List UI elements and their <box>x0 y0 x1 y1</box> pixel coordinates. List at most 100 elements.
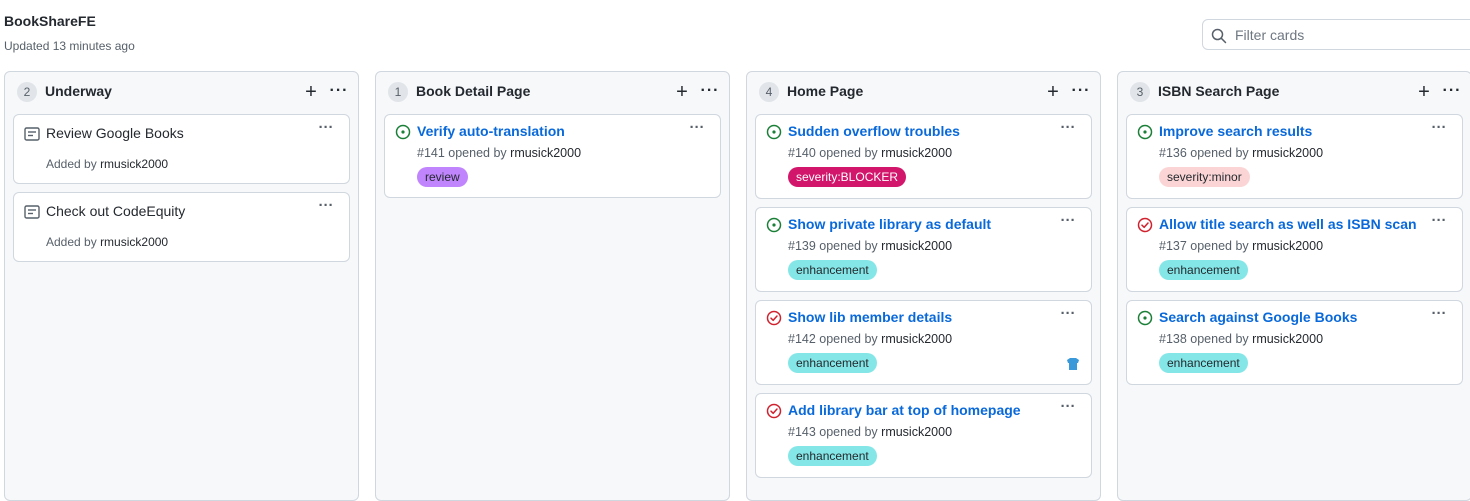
author-link[interactable]: rmusick2000 <box>1252 239 1323 253</box>
author-link[interactable]: rmusick2000 <box>881 425 952 439</box>
note-icon <box>24 205 40 219</box>
label-enhancement[interactable]: enhancement <box>788 260 877 280</box>
issue-closed-icon <box>1137 217 1153 233</box>
added-by-label: Added by <box>46 157 97 171</box>
label-review[interactable]: review <box>417 167 468 187</box>
issue-card[interactable]: Improve search results ··· #136 opened b… <box>1126 114 1463 199</box>
column-header: 4 Home Page + ··· <box>747 72 1100 112</box>
column-title: ISBN Search Page <box>1158 83 1280 99</box>
card-menu-button[interactable]: ··· <box>1057 306 1079 325</box>
author-link[interactable]: rmusick2000 <box>881 332 952 346</box>
column-menu-button[interactable]: ··· <box>699 82 721 102</box>
column-home-page: 4 Home Page + ··· Sudden overflow troubl… <box>746 71 1101 501</box>
note-text: Review Google Books <box>46 125 184 141</box>
column-menu-button[interactable]: ··· <box>328 82 350 102</box>
label-severity-minor[interactable]: severity:minor <box>1159 167 1250 187</box>
issue-number: #138 opened by <box>1159 332 1249 346</box>
note-icon <box>24 127 40 141</box>
label-severity-blocker[interactable]: severity:BLOCKER <box>788 167 907 187</box>
column-book-detail-page: 1 Book Detail Page + ··· Verify auto-tra… <box>375 71 730 501</box>
issue-meta: #137 opened by rmusick2000 <box>1159 239 1323 253</box>
author-link[interactable]: rmusick2000 <box>100 235 168 249</box>
author-link[interactable]: rmusick2000 <box>1252 146 1323 160</box>
note-card[interactable]: Check out CodeEquity ··· Added by rmusic… <box>13 192 350 262</box>
column-header: 1 Book Detail Page + ··· <box>376 72 729 112</box>
column-card-count: 1 <box>388 82 408 102</box>
issue-card[interactable]: Allow title search as well as ISBN scan … <box>1126 207 1463 292</box>
author-link[interactable]: rmusick2000 <box>881 239 952 253</box>
issue-meta: #140 opened by rmusick2000 <box>788 146 952 160</box>
issue-card[interactable]: Sudden overflow troubles ··· #140 opened… <box>755 114 1092 199</box>
author-link[interactable]: rmusick2000 <box>881 146 952 160</box>
add-card-button[interactable]: + <box>1415 82 1433 102</box>
issue-title-link[interactable]: Add library bar at top of homepage <box>788 402 1021 418</box>
issue-number: #142 opened by <box>788 332 878 346</box>
issue-title-link[interactable]: Show lib member details <box>788 309 952 325</box>
author-link[interactable]: rmusick2000 <box>510 146 581 160</box>
avatar[interactable] <box>1063 354 1083 374</box>
card-menu-button[interactable]: ··· <box>1428 120 1450 139</box>
issue-meta: #136 opened by rmusick2000 <box>1159 146 1323 160</box>
issue-closed-icon <box>766 403 782 419</box>
issue-card[interactable]: Show private library as default ··· #139… <box>755 207 1092 292</box>
issue-meta: #143 opened by rmusick2000 <box>788 425 952 439</box>
card-menu-button[interactable]: ··· <box>686 120 708 139</box>
column-header: 3 ISBN Search Page + ··· <box>1118 72 1470 112</box>
added-by-label: Added by <box>46 235 97 249</box>
issue-meta: #138 opened by rmusick2000 <box>1159 332 1323 346</box>
column-header: 2 Underway + ··· <box>5 72 358 112</box>
issue-number: #137 opened by <box>1159 239 1249 253</box>
issue-title-link[interactable]: Search against Google Books <box>1159 309 1357 325</box>
issue-title-link[interactable]: Show private library as default <box>788 216 991 232</box>
card-menu-button[interactable]: ··· <box>1057 120 1079 139</box>
card-menu-button[interactable]: ··· <box>1428 306 1450 325</box>
card-menu-button[interactable]: ··· <box>315 198 337 217</box>
project-header: BookShareFE Updated 13 minutes ago <box>0 0 1470 66</box>
issue-title-link[interactable]: Verify auto-translation <box>417 123 565 139</box>
note-card[interactable]: Review Google Books ··· Added by rmusick… <box>13 114 350 184</box>
issue-title-link[interactable]: Sudden overflow troubles <box>788 123 960 139</box>
issue-opened-icon <box>1137 310 1153 326</box>
card-menu-button[interactable]: ··· <box>1428 213 1450 232</box>
issue-title-link[interactable]: Allow title search as well as ISBN scan <box>1159 216 1417 232</box>
note-meta: Added by rmusick2000 <box>46 235 168 249</box>
column-menu-button[interactable]: ··· <box>1070 82 1092 102</box>
issue-number: #136 opened by <box>1159 146 1249 160</box>
label-enhancement[interactable]: enhancement <box>1159 353 1248 373</box>
issue-meta: #139 opened by rmusick2000 <box>788 239 952 253</box>
issue-number: #141 opened by <box>417 146 507 160</box>
author-link[interactable]: rmusick2000 <box>1252 332 1323 346</box>
issue-number: #140 opened by <box>788 146 878 160</box>
card-menu-button[interactable]: ··· <box>1057 213 1079 232</box>
project-title: BookShareFE <box>4 13 96 29</box>
label-enhancement[interactable]: enhancement <box>1159 260 1248 280</box>
note-text: Check out CodeEquity <box>46 203 186 219</box>
filter-cards-box[interactable] <box>1202 19 1470 50</box>
filter-cards-input[interactable] <box>1235 24 1470 46</box>
column-title: Book Detail Page <box>416 83 531 99</box>
issue-card[interactable]: Show lib member details ··· #142 opened … <box>755 300 1092 385</box>
column-menu-button[interactable]: ··· <box>1441 82 1463 102</box>
issue-opened-icon <box>1137 124 1153 140</box>
issue-card[interactable]: Add library bar at top of homepage ··· #… <box>755 393 1092 478</box>
column-card-count: 3 <box>1130 82 1150 102</box>
add-card-button[interactable]: + <box>1044 82 1062 102</box>
column-isbn-search-page: 3 ISBN Search Page + ··· Improve search … <box>1117 71 1470 501</box>
issue-card[interactable]: Verify auto-translation ··· #141 opened … <box>384 114 721 198</box>
author-link[interactable]: rmusick2000 <box>100 157 168 171</box>
add-card-button[interactable]: + <box>673 82 691 102</box>
issue-opened-icon <box>395 124 411 140</box>
issue-opened-icon <box>766 124 782 140</box>
issue-title-link[interactable]: Improve search results <box>1159 123 1312 139</box>
issue-closed-icon <box>766 310 782 326</box>
label-enhancement[interactable]: enhancement <box>788 353 877 373</box>
issue-card[interactable]: Search against Google Books ··· #138 ope… <box>1126 300 1463 385</box>
search-icon <box>1211 28 1227 44</box>
add-card-button[interactable]: + <box>302 82 320 102</box>
label-enhancement[interactable]: enhancement <box>788 446 877 466</box>
card-menu-button[interactable]: ··· <box>315 120 337 139</box>
issue-opened-icon <box>766 217 782 233</box>
issue-meta: #141 opened by rmusick2000 <box>417 146 581 160</box>
card-menu-button[interactable]: ··· <box>1057 399 1079 418</box>
column-title: Home Page <box>787 83 864 99</box>
